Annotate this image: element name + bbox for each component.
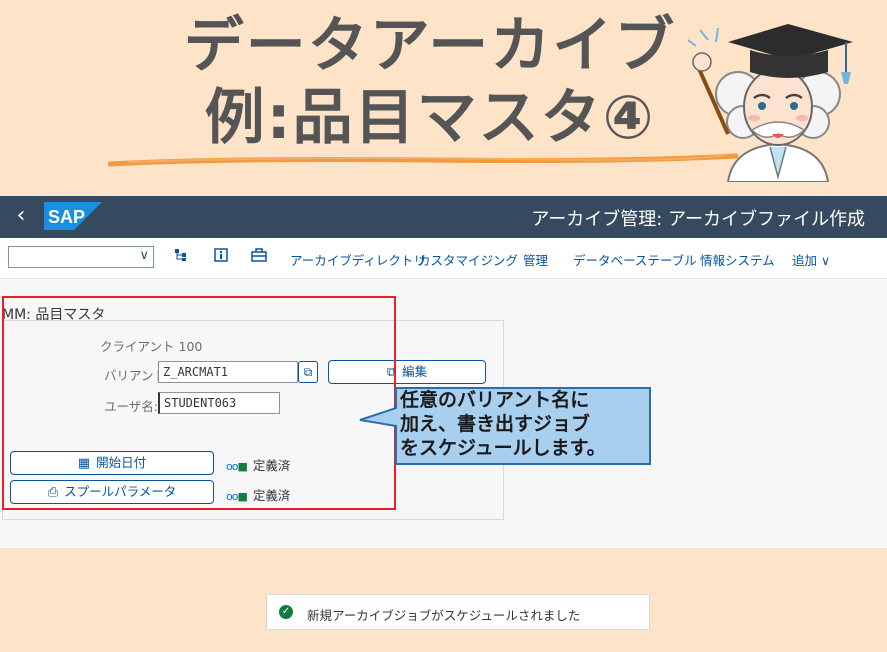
shell-bar: ‹ SAP アーカイブ管理: アーカイブファイル作成 (0, 196, 887, 238)
menu-more[interactable]: 追加 ∨ (792, 250, 830, 269)
sap-logo: SAP (44, 202, 102, 230)
callout-line-2: 加え、書き出すジョブ (400, 413, 591, 435)
chevron-left-icon: ‹ (16, 203, 26, 228)
toolbar: ∨ アーカイブディレクトリ カスタマイジング 管理 データベーステーブル 情報シ… (0, 238, 887, 279)
menu-more-label: 追加 (792, 253, 818, 268)
professor-illustration (688, 24, 853, 182)
command-combo[interactable]: ∨ (8, 246, 154, 268)
check-circle-icon: ✓ (279, 605, 293, 619)
edit-button-label: 編集 (402, 364, 428, 379)
info-icon[interactable] (212, 248, 230, 266)
menu-management[interactable]: 管理 (523, 250, 548, 269)
chevron-down-icon: ∨ (821, 253, 831, 268)
back-button[interactable]: ‹ (10, 203, 32, 229)
chevron-down-icon: ∨ (139, 248, 149, 263)
svg-text:SAP: SAP (48, 207, 85, 227)
callout-line-1: 任意のバリアント名に (400, 389, 590, 411)
callout-text: 任意のバリアント名に 加え、書き出すジョブ をスケジュールします。 (400, 388, 648, 460)
success-toast: ✓ 新規アーカイブジョブがスケジュールされました (266, 594, 650, 630)
menu-info-system[interactable]: 情報システム (700, 250, 775, 269)
menu-customizing[interactable]: カスタマイジング (418, 250, 518, 269)
callout-line-3: をスケジュールします。 (400, 437, 606, 459)
shell-title: アーカイブ管理: アーカイブファイル作成 (531, 209, 865, 230)
menu-archive-directory[interactable]: アーカイブディレクトリ (290, 250, 426, 269)
highlight-box (2, 296, 396, 510)
title-line-1: データアーカイブ (183, 11, 677, 81)
toast-message: 新規アーカイブジョブがスケジュールされました (307, 608, 581, 623)
page-title: データアーカイブ 例:品目マスタ④ (150, 10, 710, 154)
menu-database-tables[interactable]: データベーステーブル (573, 250, 697, 269)
hierarchy-icon[interactable] (172, 248, 190, 266)
title-line-2: 例:品目マスタ④ (204, 83, 656, 153)
title-underline (108, 153, 738, 167)
briefcase-icon[interactable] (250, 248, 268, 266)
